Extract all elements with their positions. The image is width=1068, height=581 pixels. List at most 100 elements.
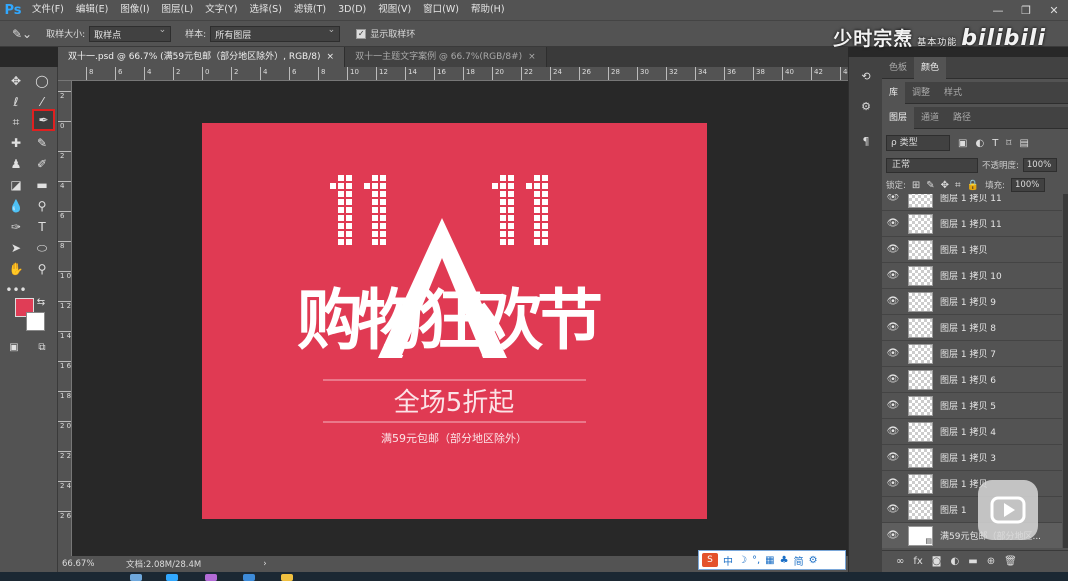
history-panel-icon[interactable]: ⟲ (857, 67, 875, 85)
swap-colors-icon[interactable]: ⇆ (34, 295, 48, 309)
tab-document-2[interactable]: 双十一主题文字案例 @ 66.7%(RGB/8#) × (345, 47, 547, 67)
settings-icon[interactable]: ⚙ (809, 555, 818, 566)
menu-help[interactable]: 帮助(H) (465, 0, 511, 20)
lock-position-icon[interactable]: ✥ (941, 180, 949, 191)
ellipse-shape-icon[interactable]: ⬭ (32, 238, 52, 258)
menu-select[interactable]: 选择(S) (243, 0, 287, 20)
lasso-tool-icon[interactable]: ℓ (6, 92, 26, 112)
show-ring-checkbox[interactable]: ✓ (356, 28, 367, 39)
visibility-eye-icon[interactable]: 👁 (882, 244, 904, 255)
pen-tool-icon[interactable]: ✑ (6, 217, 26, 237)
folder-taskbar-icon[interactable] (281, 574, 293, 581)
background-color-swatch[interactable] (26, 312, 45, 331)
path-selection-icon[interactable]: ➤ (6, 238, 26, 258)
menu-edit[interactable]: 编辑(E) (70, 0, 114, 20)
maximize-button[interactable]: ❐ (1012, 0, 1040, 20)
visibility-eye-icon[interactable]: 👁 (882, 348, 904, 359)
layer-row[interactable]: 👁 图层 1 拷贝 9 (882, 289, 1062, 315)
menu-filter[interactable]: 滤镜(T) (288, 0, 332, 20)
ime-simplified[interactable]: 简 (794, 553, 804, 568)
visibility-eye-icon[interactable]: 👁 (882, 270, 904, 281)
eyedropper-tool-icon[interactable]: ✒ (32, 109, 55, 131)
layer-row[interactable]: 👁 图层 1 拷贝 10 (882, 263, 1062, 289)
blur-tool-icon[interactable]: 💧 (6, 196, 26, 216)
taskbar-app-icon[interactable] (205, 574, 217, 581)
sample-select[interactable]: 所有图层 (210, 25, 341, 42)
history-brush-icon[interactable]: ✐ (32, 154, 52, 174)
smart-object-filter-icon[interactable]: ▤ (1019, 138, 1028, 149)
photoshop-taskbar-icon[interactable] (166, 574, 178, 581)
hand-tool-icon[interactable]: ✋ (6, 259, 26, 279)
visibility-eye-icon[interactable]: 👁 (882, 400, 904, 411)
layer-kind-filter[interactable]: ρ 类型 (886, 135, 950, 151)
tab-styles[interactable]: 样式 (937, 82, 969, 104)
close-button[interactable]: ✕ (1040, 0, 1068, 20)
artboard[interactable]: 购物狂欢节 全场5折起 满59元包邮（部分地区除外） (202, 123, 707, 519)
clone-stamp-icon[interactable]: ♟ (6, 154, 26, 174)
visibility-eye-icon[interactable]: 👁 (882, 374, 904, 385)
crop-tool-icon[interactable]: ⌗ (6, 112, 26, 132)
new-layer-icon[interactable]: ⊕ (987, 556, 995, 567)
elliptical-marquee-icon[interactable]: ◯ (32, 71, 52, 91)
menu-image[interactable]: 图像(I) (114, 0, 155, 20)
tab-color[interactable]: 颜色 (914, 56, 947, 79)
layer-row[interactable]: 👁 图层 1 拷贝 11 (882, 211, 1062, 237)
menu-view[interactable]: 视图(V) (372, 0, 417, 20)
lock-artboard-icon[interactable]: ⌗ (955, 180, 961, 191)
tab-paths[interactable]: 路径 (946, 107, 978, 129)
delete-layer-icon[interactable]: 🗑 (1004, 556, 1017, 567)
new-group-icon[interactable]: ▬ (968, 556, 977, 567)
character-panel-icon[interactable]: ¶ (857, 132, 875, 150)
tab-document-1[interactable]: 双十一.psd @ 66.7% (满59元包邮（部分地区除外）, RGB/8) × (58, 47, 346, 67)
lock-all-icon[interactable]: 🔒 (967, 180, 979, 191)
layer-row[interactable]: 👁 图层 1 拷贝 3 (882, 445, 1062, 471)
link-layers-icon[interactable]: ∞ (896, 556, 904, 567)
new-adjustment-icon[interactable]: ◐ (951, 556, 960, 567)
lock-transparency-icon[interactable]: ⊞ (912, 180, 920, 191)
more-tools-icon[interactable]: ••• (5, 280, 26, 300)
menu-3d[interactable]: 3D(D) (332, 0, 372, 20)
menu-window[interactable]: 窗口(W) (417, 0, 465, 20)
ime-logo-icon[interactable]: S (702, 553, 718, 567)
layer-row[interactable]: 👁 图层 1 拷贝 5 (882, 393, 1062, 419)
keyboard-icon[interactable]: ▦ (765, 555, 774, 566)
visibility-eye-icon[interactable]: 👁 (882, 296, 904, 307)
visibility-eye-icon[interactable]: 👁 (882, 194, 904, 203)
dodge-tool-icon[interactable]: ⚲ (32, 196, 52, 216)
layer-row[interactable]: 👁 图层 1 拷贝 4 (882, 419, 1062, 445)
tab-swatches[interactable]: 色板 (882, 57, 914, 79)
skin-icon[interactable]: ♣ (780, 555, 789, 566)
visibility-eye-icon[interactable]: 👁 (882, 322, 904, 333)
opacity-input[interactable]: 100% (1022, 158, 1057, 172)
type-tool-icon[interactable]: T (32, 217, 52, 237)
fill-input[interactable]: 100% (1011, 178, 1046, 192)
minimize-button[interactable]: — (984, 0, 1012, 20)
close-icon[interactable]: × (327, 52, 335, 62)
ime-chinese-mode[interactable]: 中 (723, 553, 733, 568)
add-mask-icon[interactable]: ◙ (932, 556, 942, 567)
video-play-icon[interactable] (978, 480, 1038, 540)
zoom-level[interactable]: 66.67% (62, 559, 120, 569)
blend-mode-select[interactable]: 正常 (886, 157, 978, 173)
type-filter-icon[interactable]: T (992, 138, 998, 149)
healing-brush-icon[interactable]: ✚ (6, 133, 26, 153)
layers-scrollbar[interactable] (1063, 194, 1068, 548)
screen-mode-icon[interactable]: ⧉ (32, 337, 52, 357)
taskbar-app-icon[interactable] (130, 574, 142, 581)
quick-mask-icon[interactable]: ▣ (4, 337, 24, 357)
layer-row[interactable]: 👁 图层 1 拷贝 11 (882, 194, 1062, 211)
visibility-eye-icon[interactable]: 👁 (882, 452, 904, 463)
visibility-eye-icon[interactable]: 👁 (882, 504, 904, 515)
gradient-tool-icon[interactable]: ▬ (32, 175, 52, 195)
sample-size-select[interactable]: 取样点 (89, 25, 172, 42)
move-tool-icon[interactable]: ✥ (6, 71, 26, 91)
eyedropper-preset-icon[interactable]: ✎⌄ (12, 27, 32, 41)
tab-adjustments[interactable]: 调整 (905, 82, 937, 104)
layer-row[interactable]: 👁 图层 1 拷贝 (882, 237, 1062, 263)
menu-layer[interactable]: 图层(L) (156, 0, 200, 20)
tab-channels[interactable]: 通道 (914, 107, 946, 129)
taskbar-app-icon[interactable] (243, 574, 255, 581)
tab-layers[interactable]: 图层 (882, 106, 915, 129)
pixel-filter-icon[interactable]: ▣ (958, 138, 967, 149)
layer-row[interactable]: 👁 图层 1 拷贝 6 (882, 367, 1062, 393)
